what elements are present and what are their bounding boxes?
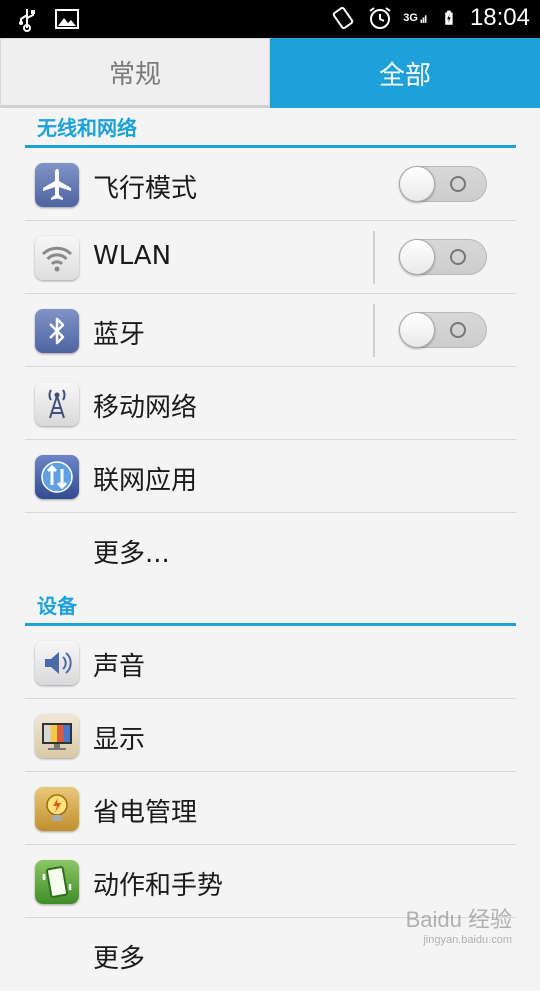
rotation-icon [332,6,354,30]
setting-display[interactable]: 显示 [25,699,516,772]
lightbulb-icon [35,787,79,831]
cell-tower-icon [35,382,79,426]
setting-label: 蓝牙 [93,320,146,350]
wlan-toggle[interactable] [399,239,487,275]
toggle-off-indicator [450,322,466,338]
setting-label: 显示 [93,725,146,755]
usb-icon [19,9,35,32]
alarm-icon [369,7,391,29]
setting-wlan[interactable]: WLAN [25,221,516,294]
tab-bar: 常规 全部 [0,38,540,108]
vertical-divider [373,304,375,357]
toggle-knob [399,312,435,348]
baidu-watermark: Baidu 经验 jingyan.baidu.com [406,902,512,946]
toggle-off-indicator [450,249,466,265]
speaker-icon [35,641,79,685]
tab-all[interactable]: 全部 [270,38,540,108]
setting-network-apps[interactable]: 联网应用 [25,440,516,513]
bluetooth-icon [35,309,79,353]
tab-general[interactable]: 常规 [0,38,270,108]
globe-transfer-icon [35,455,79,499]
section-device-header: 设备 [25,586,516,626]
vertical-divider [373,231,375,284]
section-title: 设备 [37,594,77,618]
toggle-knob [399,239,435,275]
setting-mobile-network[interactable]: 移动网络 [25,367,516,440]
toggle-off-indicator [450,176,466,192]
setting-label: 更多... [93,539,170,569]
bluetooth-toggle[interactable] [399,312,487,348]
section-title: 无线和网络 [37,116,137,140]
section-wireless-header: 无线和网络 [25,108,516,148]
setting-label: 联网应用 [93,466,198,496]
watermark-brand: Baidu 经验 [405,907,512,932]
battery-charging-icon [445,10,453,25]
phone-gesture-icon [35,860,79,904]
airplane-icon [35,163,79,207]
monitor-icon [35,714,79,758]
setting-wireless-more[interactable]: 更多... [25,513,516,586]
network-type: 3G [403,12,418,24]
setting-label: WLAN [93,241,172,271]
setting-label: 声音 [93,652,146,682]
setting-airplane-mode[interactable]: 飞行模式 [25,148,516,221]
status-bar: 3G 18:04 [0,0,540,38]
setting-sound[interactable]: 声音 [25,626,516,699]
airplane-mode-toggle[interactable] [399,166,487,202]
setting-label: 动作和手势 [93,871,224,901]
setting-power-management[interactable]: 省电管理 [25,772,516,845]
setting-label: 省电管理 [93,798,198,828]
setting-bluetooth[interactable]: 蓝牙 [25,294,516,367]
image-icon [55,9,79,29]
clock: 18:04 [469,4,530,31]
setting-label: 更多 [93,944,146,974]
signal-icon [420,15,427,23]
toggle-knob [399,166,435,202]
wifi-icon [35,236,79,280]
setting-label: 飞行模式 [93,174,198,204]
setting-label: 移动网络 [93,393,198,423]
watermark-url: jingyan.baidu.com [423,934,512,946]
